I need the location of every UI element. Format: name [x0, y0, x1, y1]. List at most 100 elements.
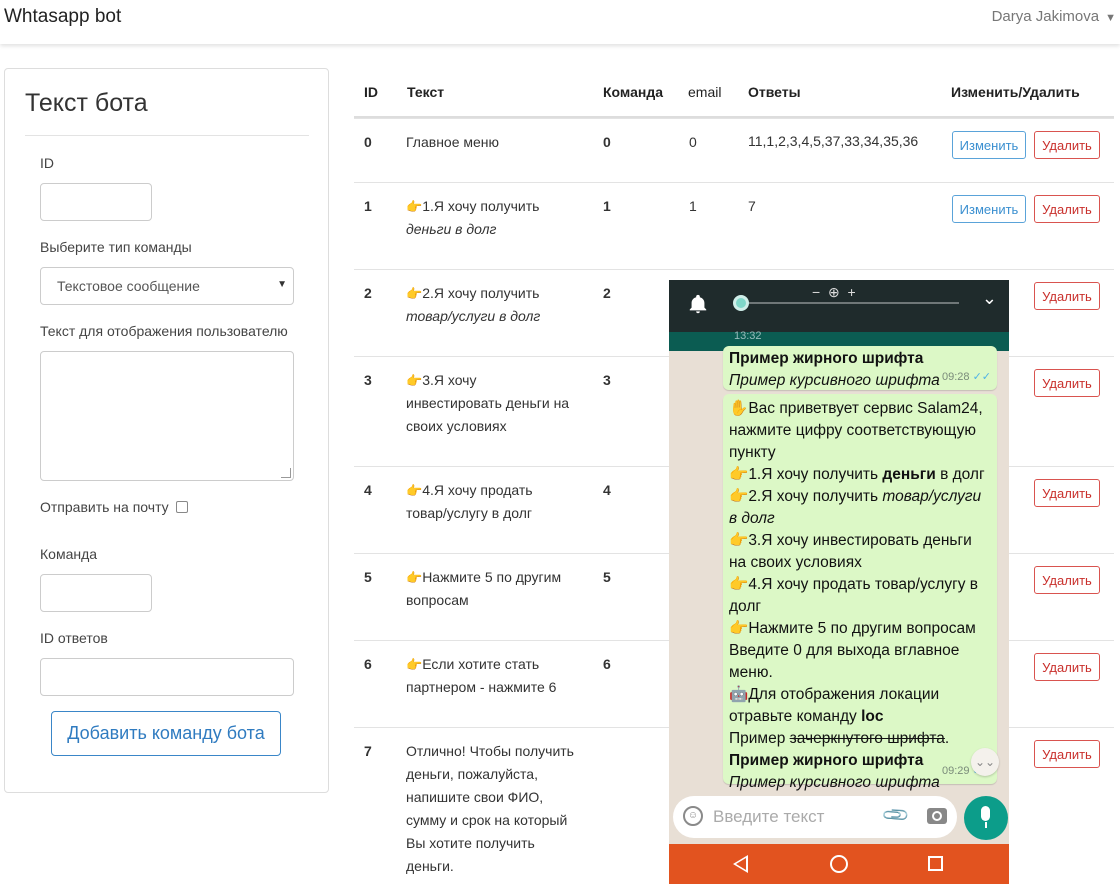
- row-id: 4: [364, 482, 372, 498]
- delete-button[interactable]: Удалить: [1034, 195, 1100, 223]
- row-command: 6: [603, 656, 611, 672]
- navbar: Whtasapp bot Darya Jakimova ▼: [0, 0, 1120, 44]
- row-text: 👉1.Я хочу получить деньги в долг: [406, 198, 540, 237]
- display-text-label: Текст для отображения пользователю: [40, 323, 288, 339]
- send-email-label: Отправить на почту: [40, 499, 169, 515]
- row-id: 5: [364, 569, 372, 585]
- add-command-button[interactable]: Добавить команду бота: [51, 711, 281, 756]
- chat-header-time: 13:32: [734, 330, 762, 342]
- command-label: Команда: [40, 546, 98, 562]
- table-row: 0 Главное меню 0 0 11,1,2,3,4,5,37,33,34…: [354, 118, 1114, 182]
- table-row: 1 👉1.Я хочу получить деньги в долг 1 1 7 …: [354, 182, 1114, 269]
- edit-button[interactable]: Изменить: [952, 131, 1026, 159]
- microphone-icon[interactable]: [964, 796, 1008, 840]
- col-answers: Ответы: [748, 84, 801, 100]
- command-input[interactable]: [40, 574, 152, 612]
- delete-button[interactable]: Удалить: [1034, 131, 1100, 159]
- row-email: 0: [689, 134, 697, 150]
- form-title: Текст бота: [25, 89, 148, 117]
- chevron-down-icon[interactable]: ⌄: [982, 288, 997, 309]
- chat-message: ✋Вас приветвует сервис Salam24, нажмите …: [723, 394, 997, 791]
- row-text: Отлично! Чтобы получить деньги, пожалуйст…: [406, 743, 574, 874]
- row-id: 0: [364, 134, 372, 150]
- table-header: ID Текст Команда email Ответы Изменить/У…: [354, 68, 1114, 118]
- pointing-hand-icon: 👉: [729, 620, 749, 637]
- robot-icon: 🤖: [729, 686, 749, 703]
- select-arrow-icon: ▼: [277, 279, 287, 290]
- row-email: 1: [689, 198, 697, 214]
- chevron-down-icon: ▼: [1105, 12, 1116, 24]
- answer-ids-input[interactable]: [40, 658, 294, 696]
- row-answers: 11,1,2,3,4,5,37,33,34,35,36: [748, 133, 919, 149]
- row-command: 2: [603, 285, 611, 301]
- android-nav-bar: [669, 844, 1009, 884]
- row-command: 5: [603, 569, 611, 585]
- paperclip-icon[interactable]: 📎: [881, 800, 912, 831]
- display-text-textarea[interactable]: [40, 351, 294, 481]
- col-text: Текст: [407, 84, 445, 100]
- message-input[interactable]: Введите текст: [713, 807, 824, 827]
- row-text: 👉Если хотите стать партнером - нажмите 6: [406, 656, 557, 695]
- row-id: 2: [364, 285, 372, 301]
- id-input[interactable]: [40, 183, 152, 221]
- user-menu[interactable]: Darya Jakimova ▼: [992, 8, 1116, 25]
- emoji-icon[interactable]: ☺: [683, 806, 703, 826]
- delete-button[interactable]: Удалить: [1034, 479, 1100, 507]
- command-type-select[interactable]: Текстовое сообщение ▼: [40, 267, 294, 305]
- pointing-hand-icon: 👉: [729, 466, 749, 483]
- answer-ids-label: ID ответов: [40, 630, 108, 646]
- waving-hand-icon: ✋: [729, 400, 749, 417]
- edit-button[interactable]: Изменить: [952, 195, 1026, 223]
- row-answers: 7: [748, 198, 756, 214]
- pointing-hand-icon: 👉: [406, 657, 423, 672]
- pointing-hand-icon: 👉: [406, 570, 423, 585]
- zoom-in-icon[interactable]: ⊕: [828, 284, 840, 300]
- delete-button[interactable]: Удалить: [1034, 653, 1100, 681]
- col-actions: Изменить/Удалить: [951, 84, 1080, 100]
- divider: [25, 135, 309, 136]
- delete-button[interactable]: Удалить: [1034, 740, 1100, 768]
- camera-icon[interactable]: [927, 808, 947, 824]
- col-email: email: [688, 84, 722, 100]
- pointing-hand-icon: 👉: [406, 373, 423, 388]
- command-type-value: Текстовое сообщение: [57, 278, 200, 294]
- row-text: 👉3.Я хочу инвестировать деньги на своих ус…: [406, 372, 570, 434]
- resize-handle-icon[interactable]: [281, 468, 291, 478]
- zoom-controls[interactable]: − ⊕ +: [812, 284, 856, 301]
- col-command: Команда: [603, 84, 663, 100]
- recents-icon[interactable]: [928, 856, 943, 871]
- back-icon[interactable]: [733, 855, 748, 873]
- row-text: Главное меню: [406, 134, 500, 150]
- row-id: 7: [364, 743, 372, 759]
- pointing-hand-icon: 👉: [729, 576, 749, 593]
- scroll-down-icon[interactable]: ⌄⌄: [971, 748, 999, 776]
- home-icon[interactable]: [830, 855, 848, 873]
- user-name: Darya Jakimova: [991, 8, 1100, 25]
- id-label: ID: [40, 155, 54, 171]
- col-id: ID: [364, 84, 378, 100]
- zoom-slider-thumb[interactable]: [733, 295, 749, 311]
- brand-title[interactable]: Whtasapp bot: [4, 6, 121, 28]
- pointing-hand-icon: 👉: [406, 286, 423, 301]
- chat-message: Пример жирного шрифта Пример курсивного …: [723, 346, 997, 390]
- command-type-label: Выберите тип команды: [40, 239, 192, 255]
- pointing-hand-icon: 👉: [729, 488, 749, 505]
- read-receipt-icon: ✓✓: [972, 371, 991, 383]
- message-input-bar[interactable]: ☺ Введите текст 📎: [673, 796, 957, 838]
- delete-button[interactable]: Удалить: [1034, 566, 1100, 594]
- bot-text-form: Текст бота ID Выберите тип команды Текст…: [4, 68, 329, 793]
- delete-button[interactable]: Удалить: [1034, 282, 1100, 310]
- row-text: 👉Нажмите 5 по другим вопросам: [406, 569, 562, 608]
- pointing-hand-icon: 👉: [406, 483, 423, 498]
- send-email-checkbox[interactable]: [176, 501, 188, 513]
- row-text: 👉2.Я хочу получить товар/услуги в долг: [406, 285, 541, 324]
- row-text: 👉4.Я хочу продать товар/услугу в долг: [406, 482, 533, 521]
- bell-icon[interactable]: [687, 293, 709, 315]
- row-id: 1: [364, 198, 372, 214]
- phone-screenshot-overlay: 13:32 − ⊕ + ⌄ Пример жирного шрифта Прим…: [669, 280, 1009, 884]
- delete-button[interactable]: Удалить: [1034, 369, 1100, 397]
- row-command: 0: [603, 134, 611, 150]
- row-command: 1: [603, 198, 611, 214]
- row-command: 4: [603, 482, 611, 498]
- zoom-slider-track[interactable]: [737, 302, 959, 304]
